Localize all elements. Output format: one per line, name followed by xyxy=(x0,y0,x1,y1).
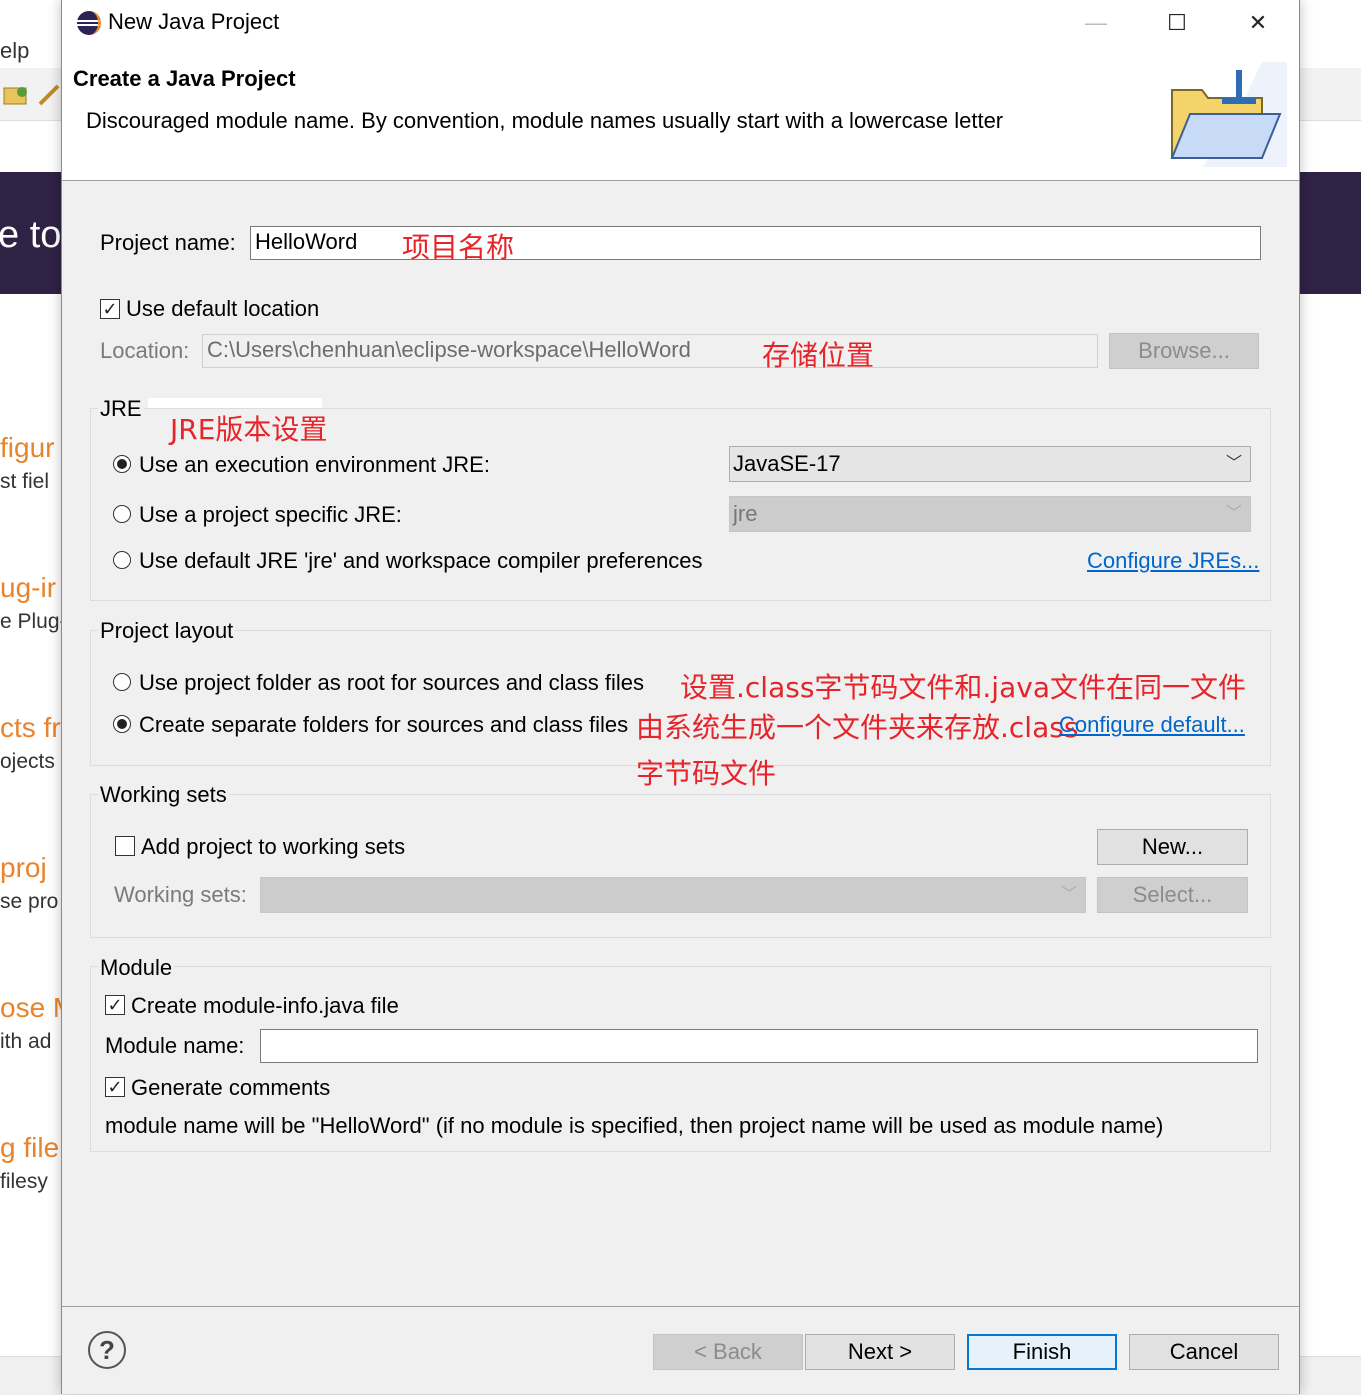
jre-env-radio[interactable] xyxy=(113,455,131,473)
working-sets-group-label: Working sets xyxy=(98,782,229,808)
next-button[interactable]: Next > xyxy=(805,1334,955,1370)
title-bar[interactable]: New Java Project — ☐ ✕ xyxy=(62,0,1299,46)
annotation-layout-1: 设置.class字节码文件和.java文件在同一文件 xyxy=(680,671,1246,704)
module-name-input[interactable] xyxy=(260,1029,1258,1063)
create-module-info-checkbox[interactable]: ✓ xyxy=(105,995,125,1015)
module-info-text: module name will be "HelloWord" (if no m… xyxy=(105,1113,1164,1138)
chevron-down-icon: ﹀ xyxy=(1225,455,1242,472)
bg-entry-title: proj xyxy=(0,852,47,883)
annotation-layout-2: 由系统生成一个文件夹来存放.class xyxy=(636,711,1079,744)
bg-entry-title: ug-ir xyxy=(0,572,57,603)
use-default-location-label: Use default location xyxy=(126,296,320,321)
layout-root-radio[interactable] xyxy=(113,673,131,691)
help-icon[interactable]: ? xyxy=(88,1331,126,1369)
project-layout-group-label: Project layout xyxy=(98,618,236,644)
module-group-label: Module xyxy=(98,955,175,981)
finish-button[interactable]: Finish xyxy=(967,1334,1117,1370)
jre-group-label: JRE xyxy=(98,396,144,422)
layout-separate-radio[interactable] xyxy=(113,715,131,733)
new-working-set-button[interactable]: New... xyxy=(1097,829,1248,865)
bg-entry-sub: ith ad xyxy=(0,1030,52,1053)
bg-entry-sub: e Plug- xyxy=(0,610,67,633)
wizard-title: Create a Java Project xyxy=(73,66,296,91)
configure-default-link[interactable]: Configure default... xyxy=(1059,712,1245,738)
location-input[interactable]: C:\Users\chenhuan\eclipse-workspace\Hell… xyxy=(202,334,1098,368)
bg-entry-title: g file xyxy=(0,1132,60,1163)
layout-root-label: Use project folder as root for sources a… xyxy=(139,670,645,695)
wizard-message: Discouraged module name. By convention, … xyxy=(86,108,1004,133)
wand-icon xyxy=(38,84,60,106)
jre-env-label: Use an execution environment JRE: xyxy=(139,452,490,477)
annotation-jre: JRE版本设置 xyxy=(170,413,328,446)
use-default-location-checkbox[interactable]: ✓ xyxy=(100,299,120,319)
working-sets-select[interactable]: ﹀ xyxy=(260,877,1086,913)
annotation-project-name: 项目名称 xyxy=(402,231,515,264)
cancel-button[interactable]: Cancel xyxy=(1129,1334,1279,1370)
jre-default-label: Use default JRE 'jre' and workspace comp… xyxy=(139,548,703,573)
jre-specific-radio[interactable] xyxy=(113,505,131,523)
bg-entry-sub: st fiel xyxy=(0,470,50,493)
working-sets-label: Working sets: xyxy=(114,882,247,907)
jre-env-select[interactable]: JavaSE-17 ﹀ xyxy=(729,446,1251,482)
module-name-label: Module name: xyxy=(105,1033,245,1058)
minimize-button[interactable]: — xyxy=(1073,0,1119,46)
bg-entry-title: figur xyxy=(0,432,55,463)
bg-entry-sub: se pro xyxy=(0,890,59,913)
annotation-location: 存储位置 xyxy=(762,339,875,372)
project-name-label: Project name: xyxy=(100,230,236,255)
jre-default-radio[interactable] xyxy=(113,551,131,569)
jre-label-highlight xyxy=(148,398,322,408)
layout-separate-label: Create separate folders for sources and … xyxy=(139,712,629,737)
jre-specific-value: jre xyxy=(733,501,758,526)
new-project-folder-icon xyxy=(1170,62,1287,167)
bg-entry-sub: ojects xyxy=(0,750,55,773)
browse-button[interactable]: Browse... xyxy=(1109,333,1259,369)
eclipse-icon xyxy=(77,11,101,35)
bg-banner-text: e to xyxy=(0,214,62,256)
chevron-down-icon: ﹀ xyxy=(1225,505,1242,522)
select-working-sets-button[interactable]: Select... xyxy=(1097,877,1248,913)
close-button[interactable]: ✕ xyxy=(1235,0,1281,46)
working-sets-group xyxy=(90,794,1271,938)
back-button[interactable]: < Back xyxy=(653,1334,803,1370)
wizard-header: Create a Java Project Discouraged module… xyxy=(62,46,1299,181)
create-module-info-label: Create module-info.java file xyxy=(131,993,399,1018)
open-folder-icon xyxy=(3,87,27,105)
window-title: New Java Project xyxy=(108,9,280,34)
location-label: Location: xyxy=(100,338,190,363)
configure-jres-link[interactable]: Configure JREs... xyxy=(1087,548,1259,574)
add-working-sets-label: Add project to working sets xyxy=(141,834,406,859)
jre-specific-select[interactable]: jre ﹀ xyxy=(729,496,1251,532)
footer-separator xyxy=(62,1306,1299,1307)
new-java-project-dialog: New Java Project — ☐ ✕ Create a Java Pro… xyxy=(61,0,1300,1394)
maximize-button[interactable]: ☐ xyxy=(1154,0,1200,46)
bg-menu-fragment: elp xyxy=(0,38,30,63)
jre-specific-label: Use a project specific JRE: xyxy=(139,502,402,527)
bg-entry-sub: filesy xyxy=(0,1170,48,1193)
chevron-down-icon: ﹀ xyxy=(1060,886,1077,903)
jre-env-value: JavaSE-17 xyxy=(733,451,841,476)
annotation-layout-3: 字节码文件 xyxy=(636,757,777,790)
generate-comments-checkbox[interactable]: ✓ xyxy=(105,1077,125,1097)
bg-entry-title: cts fr xyxy=(0,712,61,743)
add-working-sets-checkbox[interactable] xyxy=(115,836,135,856)
generate-comments-label: Generate comments xyxy=(131,1075,331,1100)
